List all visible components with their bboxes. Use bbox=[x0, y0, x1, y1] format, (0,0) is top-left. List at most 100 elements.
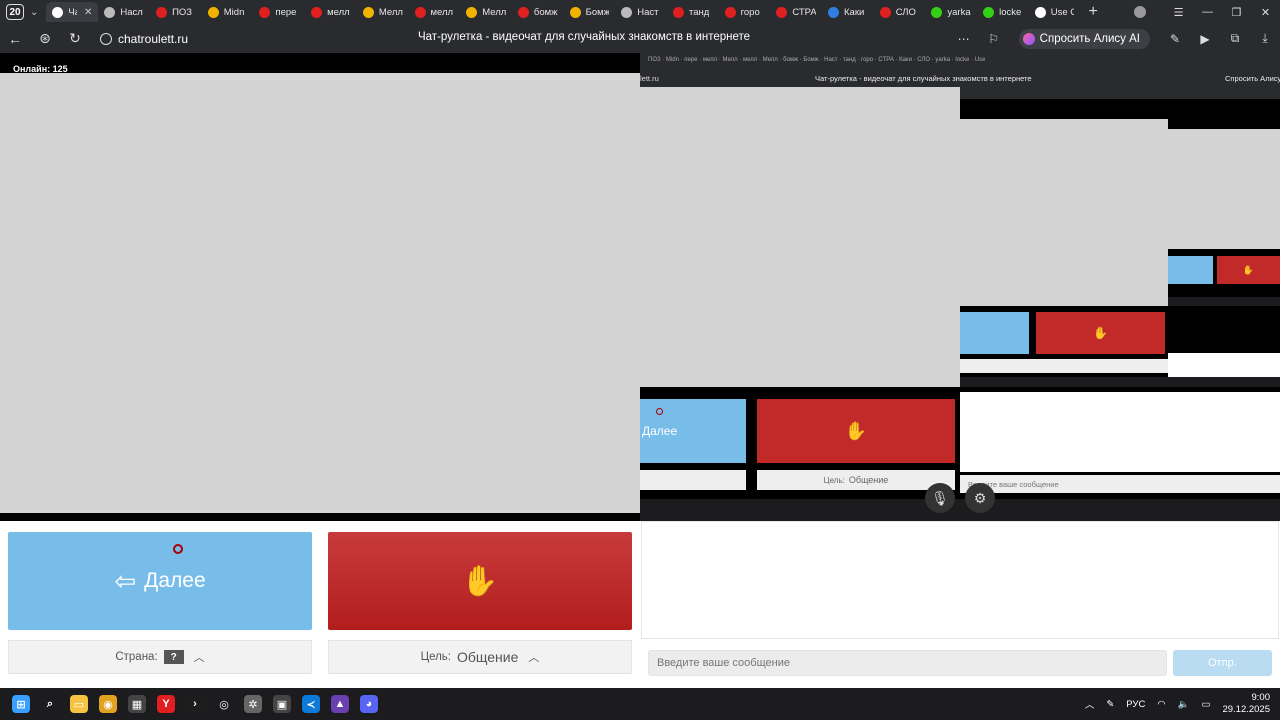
mirror-goal-value: Общение bbox=[848, 475, 889, 485]
tab-count-button[interactable]: 20 bbox=[6, 4, 24, 20]
tray-expand-icon[interactable]: ︿ bbox=[1085, 697, 1095, 711]
goal-select[interactable]: Цель: Общение ︿ bbox=[328, 640, 632, 674]
browser-tab[interactable]: Ча ✕ bbox=[46, 2, 99, 22]
url-field[interactable]: chatroulett.ru bbox=[118, 32, 188, 46]
yandex-icon bbox=[259, 6, 271, 18]
maximize-button[interactable]: ❐ bbox=[1222, 6, 1251, 19]
pen-icon[interactable]: ✎ bbox=[1106, 699, 1114, 710]
browser-tab[interactable]: танд bbox=[667, 2, 719, 22]
mirror-next-label: Далее bbox=[642, 424, 678, 438]
downloads-icon[interactable]: ⤓ bbox=[1250, 31, 1280, 46]
vscode-icon[interactable]: ≺ bbox=[302, 695, 320, 713]
browser-tab[interactable]: СТРА bbox=[770, 2, 822, 22]
browser-tab[interactable]: ПОЗ bbox=[150, 2, 202, 22]
bookmark-icon[interactable]: ⚐ bbox=[979, 32, 1009, 46]
yandex-icon bbox=[414, 6, 426, 18]
browser-tab[interactable]: Мелл bbox=[460, 2, 512, 22]
close-window-button[interactable]: ✕ bbox=[1251, 6, 1280, 19]
language-indicator[interactable]: РУС bbox=[1126, 699, 1145, 710]
tab-list-dropdown-icon[interactable]: ⌄ bbox=[30, 7, 38, 18]
send-button[interactable]: Отпр. bbox=[1173, 650, 1272, 676]
site-info-icon[interactable] bbox=[100, 32, 112, 45]
menu-icon[interactable]: ☰ bbox=[1164, 6, 1193, 19]
edit-icon[interactable]: ✎ bbox=[1160, 32, 1190, 46]
browser-tab[interactable]: СЛО bbox=[874, 2, 926, 22]
message-input[interactable] bbox=[648, 650, 1167, 676]
store-icon[interactable]: ▦ bbox=[128, 695, 146, 713]
k-icon bbox=[983, 6, 995, 18]
browser-tab[interactable]: бомж bbox=[512, 2, 564, 22]
collections-icon[interactable]: ⧉ bbox=[1220, 31, 1250, 46]
clock[interactable]: 9:00 29.12.2025 bbox=[1222, 692, 1270, 716]
browser-tab[interactable]: Каки bbox=[822, 2, 874, 22]
windows-start-icon[interactable]: ⊞ bbox=[12, 695, 30, 713]
browser-tab[interactable]: yarka bbox=[925, 2, 977, 22]
next-button-label: Далее bbox=[144, 569, 206, 592]
mirror-chat-l2 bbox=[1168, 353, 1280, 377]
discord-icon[interactable]: ◕ bbox=[360, 695, 378, 713]
battery-icon[interactable]: ▭ bbox=[1201, 699, 1210, 710]
tab-label: СТРА bbox=[792, 6, 817, 18]
app-icon[interactable]: ▣ bbox=[273, 695, 291, 713]
address-bar-actions: ⋯ ⚐ Спросить Алису AI ✎ ▶ ⧉ ⤓ bbox=[949, 24, 1280, 53]
new-tab-button[interactable]: + bbox=[1088, 3, 1097, 21]
mirror-video-l1 bbox=[640, 87, 960, 387]
browser-tab[interactable]: Наст bbox=[615, 2, 667, 22]
browser-tab[interactable]: locke bbox=[977, 2, 1029, 22]
media-icon[interactable]: ▶ bbox=[1190, 32, 1220, 46]
chrome-icon[interactable]: ◉ bbox=[99, 695, 117, 713]
yandex-icon bbox=[724, 6, 736, 18]
file-explorer-icon[interactable]: ▭ bbox=[70, 695, 88, 713]
mirror-stop-button-l2: ✋ bbox=[1036, 312, 1165, 354]
close-tab-icon[interactable]: ✕ bbox=[84, 7, 92, 18]
browser-tab[interactable]: мелл bbox=[305, 2, 357, 22]
ask-alice-button[interactable]: Спросить Алису AI bbox=[1018, 28, 1150, 49]
os-taskbar: ⊞ ⌕ ▭ ◉ ▦ Y › ◎ ✲ ▣ ≺ ▲ ◕ ︿ ✎ РУС ◠ 🔈 ▭ 9:00 29.12.2… bbox=[0, 688, 1280, 720]
goal-value: Общение bbox=[457, 649, 519, 665]
mirror-video-l2 bbox=[960, 119, 1168, 306]
yandex-browser-icon[interactable]: Y bbox=[157, 695, 175, 713]
profile-avatar[interactable] bbox=[1134, 6, 1146, 18]
terminal-icon[interactable]: › bbox=[186, 695, 204, 713]
browser-tab[interactable]: Use C bbox=[1029, 2, 1081, 22]
country-value: ? bbox=[163, 650, 184, 664]
flag-icon bbox=[207, 6, 219, 18]
window-controls: ☰ — ❐ ✕ bbox=[1134, 0, 1280, 24]
tab-label: танд bbox=[688, 6, 710, 18]
tab-label: СЛО bbox=[895, 6, 916, 18]
mirror-chat-l1 bbox=[960, 392, 1280, 472]
tab-label: Use C bbox=[1050, 6, 1075, 18]
settings-gear-icon[interactable]: ⚙ bbox=[965, 483, 995, 513]
mirror-chrome-l3 bbox=[1168, 99, 1280, 129]
browser-tab[interactable]: Насл bbox=[98, 2, 150, 22]
tab-label: мелл bbox=[430, 6, 454, 18]
stop-button[interactable]: ✋ bbox=[328, 532, 632, 630]
browser-tab[interactable]: мелл bbox=[409, 2, 461, 22]
back-button[interactable]: ← bbox=[0, 31, 30, 47]
minimize-button[interactable]: — bbox=[1193, 6, 1222, 18]
github-desktop-icon[interactable]: ◎ bbox=[215, 695, 233, 713]
volume-icon[interactable]: 🔈 bbox=[1178, 699, 1190, 710]
tab-label: бомж bbox=[533, 6, 558, 18]
microphone-icon[interactable]: 🎙 bbox=[925, 483, 955, 513]
more-icon[interactable]: ⋯ bbox=[949, 32, 979, 46]
next-button[interactable]: ⇦ Далее bbox=[8, 532, 312, 630]
settings-icon[interactable]: ✲ bbox=[244, 695, 262, 713]
tab-label: Мелл bbox=[378, 6, 403, 18]
protect-icon[interactable]: ⊛ bbox=[30, 30, 60, 47]
country-select[interactable]: Страна: ? ︿ bbox=[8, 640, 312, 674]
browser-tab[interactable]: Мелл bbox=[357, 2, 409, 22]
mirror-video-l3 bbox=[1168, 129, 1280, 249]
browser-tab[interactable]: Бомж bbox=[564, 2, 616, 22]
search-icon[interactable]: ⌕ bbox=[41, 695, 59, 713]
question-icon bbox=[828, 6, 840, 18]
browser-tab[interactable]: Midn bbox=[202, 2, 254, 22]
yandex-icon bbox=[517, 6, 529, 18]
obs-icon[interactable]: ▲ bbox=[331, 695, 349, 713]
browser-tab[interactable]: горо bbox=[719, 2, 771, 22]
mirror-browser-chrome: ПОЗ · Midn · пере · мелл · Мелл · мелл ·… bbox=[640, 53, 1280, 87]
wifi-icon[interactable]: ◠ bbox=[1157, 699, 1165, 710]
reload-button[interactable]: ↻ bbox=[60, 30, 90, 47]
mirror-country-select bbox=[640, 470, 746, 490]
browser-tab[interactable]: пере bbox=[253, 2, 305, 22]
